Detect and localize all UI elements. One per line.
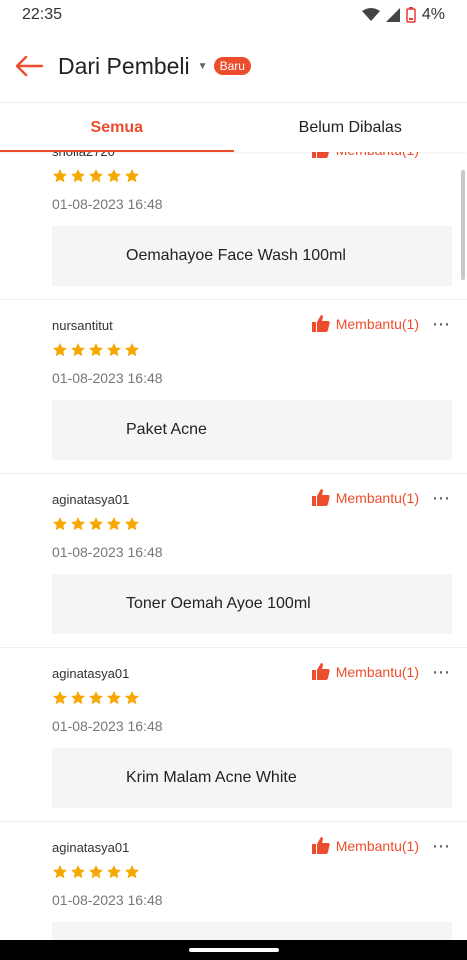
helpful-label: Membantu(1) [335,315,419,332]
review-list: sholla2720 Membantu(1) ⋯ 01-08-2023 16:4… [0,152,467,940]
rating-stars [52,516,140,537]
helpful-button[interactable]: Membantu(1) [311,152,419,158]
review-tabs: Semua Belum Dibalas [0,102,467,152]
review-item: aginatasya01 Membantu(1) ⋯ 01-08-2023 16… [0,474,467,648]
battery-level: 4% [421,6,445,23]
more-options-icon[interactable]: ⋯ [432,836,451,857]
new-badge: Baru [213,57,251,75]
home-handle[interactable] [188,948,279,952]
review-date: 01-08-2023 16:48 [52,196,163,212]
rating-stars [52,864,140,885]
product-card[interactable] [52,922,452,940]
star-icon [70,690,86,711]
product-name: Toner Oemah Ayoe 100ml [126,595,311,612]
reviewer-name: aginatasya01 [52,492,130,507]
product-card[interactable]: Toner Oemah Ayoe 100ml [52,574,452,634]
star-icon [124,516,140,537]
status-time: 22:35 [22,6,63,23]
reviewer-name: sholla2720 [52,152,115,159]
star-icon [124,864,140,885]
battery-icon [406,7,416,23]
review-item: aginatasya01 Membantu(1) ⋯ 01-08-2023 16… [0,822,467,940]
helpful-button[interactable]: Membantu(1) [311,489,419,506]
tab-semua[interactable]: Semua [0,103,234,152]
helpful-button[interactable]: Membantu(1) [311,837,419,854]
star-icon [52,516,68,537]
product-card[interactable]: Oemahayoe Face Wash 100ml [52,226,452,286]
star-icon [70,864,86,885]
app-header: Dari Pembeli ▼ Baru [0,30,467,102]
rating-stars [52,690,140,711]
star-icon [52,342,68,363]
more-options-icon[interactable]: ⋯ [432,488,451,509]
review-item: nursantitut Membantu(1) ⋯ 01-08-2023 16:… [0,300,467,474]
thumbs-up-icon [311,837,330,854]
star-icon [106,516,122,537]
helpful-button[interactable]: Membantu(1) [311,663,419,680]
star-icon [52,168,68,189]
product-card[interactable]: Paket Acne [52,400,452,460]
page-title[interactable]: Dari Pembeli [58,53,190,80]
more-options-icon[interactable]: ⋯ [432,314,451,335]
tab-belum-dibalas[interactable]: Belum Dibalas [234,103,467,152]
star-icon [106,690,122,711]
star-icon [70,168,86,189]
system-nav-bar [0,940,467,960]
star-icon [52,864,68,885]
star-icon [88,168,104,189]
star-icon [70,342,86,363]
star-icon [88,342,104,363]
back-arrow-icon[interactable] [14,51,44,81]
thumbs-up-icon [311,489,330,506]
reviewer-name: aginatasya01 [52,840,130,855]
star-icon [52,690,68,711]
thumbs-up-icon [311,315,330,332]
rating-stars [52,342,140,363]
reviewer-name: nursantitut [52,318,113,333]
star-icon [124,168,140,189]
thumbs-up-icon [311,152,329,158]
helpful-label: Membantu(1) [335,489,419,506]
review-item: aginatasya01 Membantu(1) ⋯ 01-08-2023 16… [0,648,467,822]
helpful-label: Membantu(1) [335,663,419,680]
rating-stars [52,168,140,189]
helpful-label: Membantu(1) [335,837,419,854]
review-date: 01-08-2023 16:48 [52,370,163,386]
star-icon [106,168,122,189]
review-item: sholla2720 Membantu(1) ⋯ 01-08-2023 16:4… [0,152,467,300]
star-icon [124,690,140,711]
reviewer-name: aginatasya01 [52,666,130,681]
more-options-icon[interactable]: ⋯ [432,152,451,161]
product-name: Paket Acne [126,421,207,438]
more-options-icon[interactable]: ⋯ [432,662,451,683]
review-date: 01-08-2023 16:48 [52,892,163,908]
status-icons: 4% [361,6,445,24]
star-icon [106,342,122,363]
star-icon [70,516,86,537]
star-icon [88,516,104,537]
helpful-label: Membantu(1) [336,152,419,158]
thumbs-up-icon [311,663,330,680]
product-name: Krim Malam Acne White [126,769,297,786]
status-bar: 22:35 4% [0,0,467,30]
star-icon [88,690,104,711]
caret-down-icon[interactable]: ▼ [198,61,208,72]
star-icon [88,864,104,885]
review-date: 01-08-2023 16:48 [52,718,163,734]
wifi-icon [361,8,380,21]
review-date: 01-08-2023 16:48 [52,544,163,560]
helpful-button[interactable]: Membantu(1) [311,315,419,332]
star-icon [106,864,122,885]
scrollbar[interactable] [461,170,465,280]
signal-icon [385,8,400,22]
product-name: Oemahayoe Face Wash 100ml [126,247,346,264]
star-icon [124,342,140,363]
product-card[interactable]: Krim Malam Acne White [52,748,452,808]
